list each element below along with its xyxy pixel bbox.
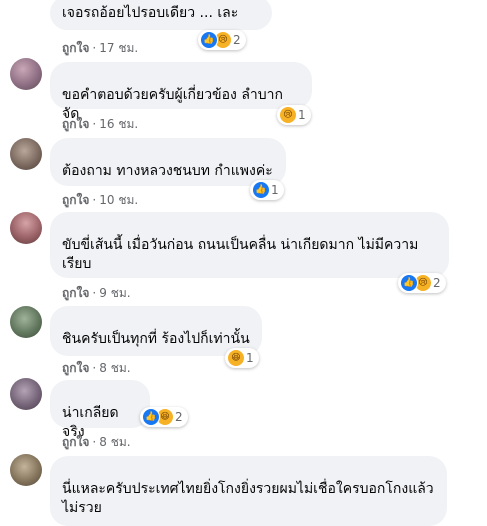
- haha-icon: 😆: [227, 349, 245, 367]
- reaction-summary[interactable]: 👍 1: [250, 180, 284, 200]
- comment-bubble: ขอคำตอบด้วยครับผู้เกี่ยวข้อง ลำบากจัด: [50, 62, 312, 122]
- like-link[interactable]: ถูกใจ: [62, 286, 89, 300]
- timestamp[interactable]: 9 ชม.: [99, 286, 130, 300]
- like-link[interactable]: ถูกใจ: [62, 435, 89, 449]
- comment-meta: ถูกใจ · 8 ชม.: [62, 359, 131, 378]
- comment-bubble: ขับขี่เส้นนี้ เมื่อวันก่อน ถนนเป็นคลื่น …: [50, 212, 449, 278]
- comment-author[interactable]: [62, 146, 274, 162]
- reaction-summary[interactable]: 👍 😆 2: [140, 407, 188, 427]
- reaction-count: 1: [298, 108, 306, 122]
- avatar[interactable]: [10, 212, 42, 244]
- reaction-count: 2: [433, 276, 441, 290]
- comment-text-line-2: เรียบ: [62, 256, 92, 272]
- comment-author[interactable]: [62, 314, 250, 330]
- separator: ·: [92, 193, 97, 207]
- avatar[interactable]: [10, 454, 42, 486]
- like-icon: 👍: [200, 31, 218, 49]
- timestamp[interactable]: 16 ชม.: [99, 117, 138, 131]
- like-icon: 👍: [252, 181, 270, 199]
- comment-bubble: ต้องถาม ทางหลวงชนบท กำแพงค่ะ: [50, 138, 286, 186]
- comment-author[interactable]: [62, 70, 300, 86]
- comment-meta: ถูกใจ · 10 ชม.: [62, 191, 138, 210]
- like-icon: 👍: [400, 274, 418, 292]
- comment-text: ต้องถาม ทางหลวงชนบท กำแพงค่ะ: [62, 163, 273, 179]
- separator: ·: [92, 41, 97, 55]
- comment-author[interactable]: [62, 220, 437, 236]
- avatar[interactable]: [10, 306, 42, 338]
- reaction-summary[interactable]: 😢 1: [277, 105, 311, 125]
- reaction-count: 2: [175, 410, 183, 424]
- comment-meta: ถูกใจ · 8 ชม.: [62, 433, 131, 452]
- comment-text: ชินครับเป็นทุกที่ ร้องไปก็เท่านั้น: [62, 331, 250, 347]
- avatar[interactable]: [10, 378, 42, 410]
- avatar[interactable]: [10, 138, 42, 170]
- separator: ·: [92, 435, 97, 449]
- reaction-summary[interactable]: 👍 😢 2: [398, 273, 446, 293]
- timestamp[interactable]: 8 ชม.: [99, 361, 130, 375]
- comment-meta: ถูกใจ · 16 ชม.: [62, 115, 138, 134]
- avatar[interactable]: [10, 58, 42, 90]
- like-link[interactable]: ถูกใจ: [62, 117, 89, 131]
- comment-author[interactable]: [62, 388, 138, 404]
- reaction-count: 1: [246, 351, 254, 365]
- comment-text-line-1: ขับขี่เส้นนี้ เมื่อวันก่อน ถนนเป็นคลื่น …: [62, 237, 419, 253]
- comment-meta: ถูกใจ · 9 ชม.: [62, 284, 131, 303]
- comment-author[interactable]: [62, 464, 435, 480]
- comment-bubble: นี่แหละครับประเทศไทยยิ่งโกงยิ่งรวยผมไม่เ…: [50, 456, 447, 526]
- reaction-summary[interactable]: 👍 😢 2: [198, 30, 246, 50]
- sad-icon: 😢: [279, 106, 297, 124]
- like-link[interactable]: ถูกใจ: [62, 361, 89, 375]
- separator: ·: [92, 361, 97, 375]
- timestamp[interactable]: 10 ชม.: [99, 193, 138, 207]
- separator: ·: [92, 117, 97, 131]
- timestamp[interactable]: 8 ชม.: [99, 435, 130, 449]
- comment-bubble: เจอรถอ้อยไปรอบเดียว ... เละ: [50, 0, 272, 30]
- comment-meta: ถูกใจ · 17 ชม.: [62, 39, 138, 58]
- timestamp[interactable]: 17 ชม.: [99, 41, 138, 55]
- comment-text-line-1: นี่แหละครับประเทศไทยยิ่งโกงยิ่งรวยผมไม่เ…: [62, 481, 434, 497]
- comment-text: เจอรถอ้อยไปรอบเดียว ... เละ: [62, 5, 239, 21]
- like-icon: 👍: [142, 408, 160, 426]
- reaction-count: 2: [233, 33, 241, 47]
- like-link[interactable]: ถูกใจ: [62, 193, 89, 207]
- comment-bubble: น่าเกลียดจริง: [50, 380, 150, 440]
- separator: ·: [92, 286, 97, 300]
- comment-text-line-2: ไม่รวย: [62, 500, 102, 516]
- like-link[interactable]: ถูกใจ: [62, 41, 89, 55]
- reaction-count: 1: [271, 183, 279, 197]
- reaction-summary[interactable]: 😆 1: [225, 348, 259, 368]
